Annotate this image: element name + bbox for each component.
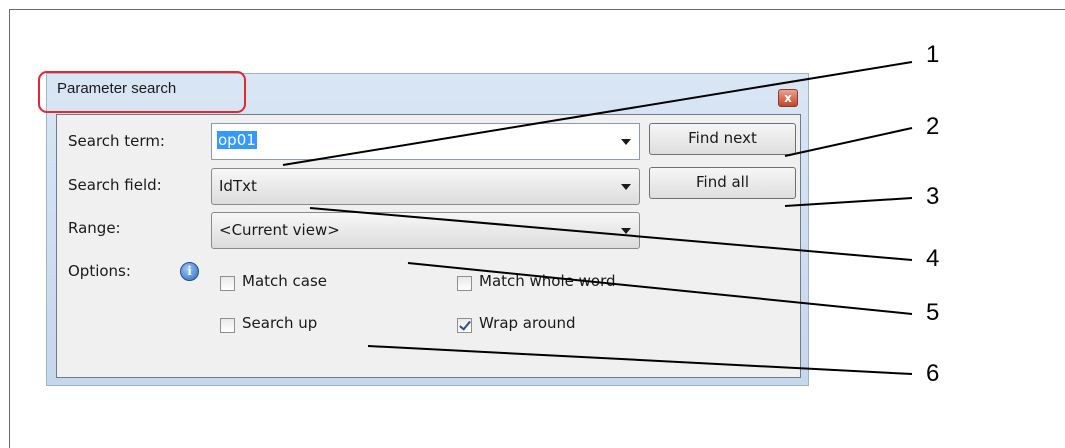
callout-4: 4 <box>926 245 940 272</box>
callout-leader-lines <box>282 61 913 375</box>
leader-line-5 <box>407 262 913 315</box>
callout-1: 1 <box>926 41 940 68</box>
callout-2: 2 <box>926 113 940 140</box>
callout-5: 5 <box>926 299 940 326</box>
leader-line-3 <box>784 197 913 207</box>
leader-line-6 <box>367 345 913 375</box>
leader-line-2 <box>784 127 913 157</box>
callout-6: 6 <box>926 360 940 387</box>
leader-line-4 <box>309 207 913 261</box>
callout-3: 3 <box>926 183 940 210</box>
